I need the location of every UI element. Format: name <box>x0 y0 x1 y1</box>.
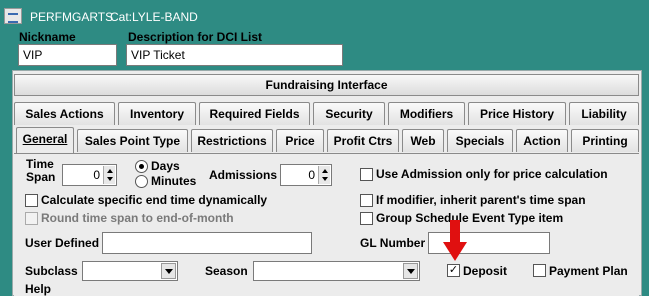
deposit-checkbox[interactable]: ✓ <box>447 264 460 277</box>
help-label: Help <box>25 282 52 296</box>
group-schedule-checkbox[interactable] <box>360 212 373 225</box>
tab-web[interactable]: Web <box>402 129 444 152</box>
description-label: Description for DCI List <box>128 30 263 44</box>
admissions-value: 0 <box>308 168 315 182</box>
deposit-label: Deposit <box>463 264 508 278</box>
tab-price[interactable]: Price <box>276 129 324 152</box>
tab-security[interactable]: Security <box>313 102 385 125</box>
window-category: Cat:LYLE-BAND <box>110 10 198 24</box>
subclass-label: Subclass <box>25 264 78 278</box>
chevron-down-icon[interactable] <box>403 263 418 279</box>
user-defined-input[interactable] <box>102 232 312 254</box>
tab-modifiers[interactable]: Modifiers <box>388 102 465 125</box>
window-title: PERFMGARTS <box>30 10 114 24</box>
minutes-radio[interactable] <box>135 175 148 188</box>
calc-end-time-checkbox[interactable] <box>25 194 38 207</box>
tab-sales-point-type[interactable]: Sales Point Type <box>77 129 188 152</box>
gl-number-label: GL Number <box>360 236 426 250</box>
tab-general[interactable]: General <box>16 127 74 153</box>
use-admission-checkbox[interactable] <box>360 168 373 181</box>
payment-plan-checkbox[interactable] <box>533 264 546 277</box>
calc-end-time-label: Calculate specific end time dynamically <box>41 193 268 207</box>
nickname-input[interactable]: VIP <box>18 44 117 66</box>
time-span-label: Time Span <box>26 157 56 184</box>
round-time-span-checkbox <box>25 212 38 225</box>
tab-required-fields[interactable]: Required Fields <box>199 102 310 125</box>
red-arrow-annotation-icon <box>443 220 467 261</box>
minutes-label: Minutes <box>151 174 197 188</box>
payment-plan-label: Payment Plan <box>549 264 628 278</box>
season-label: Season <box>205 264 248 278</box>
admissions-stepper[interactable]: 0 <box>280 164 332 186</box>
fundraising-interface-button[interactable]: Fundraising Interface <box>14 74 639 96</box>
tab-profit-ctrs[interactable]: Profit Ctrs <box>327 129 399 152</box>
tab-inventory[interactable]: Inventory <box>118 102 196 125</box>
days-radio[interactable] <box>135 160 148 173</box>
user-defined-label: User Defined <box>25 236 100 250</box>
group-schedule-label: Group Schedule Event Type item <box>376 211 564 225</box>
round-time-span-label: Round time span to end-of-month <box>41 211 234 225</box>
tab-restrictions[interactable]: Restrictions <box>191 129 273 152</box>
description-input[interactable]: VIP Ticket <box>126 44 343 66</box>
tab-price-history[interactable]: Price History <box>468 102 566 125</box>
tab-action[interactable]: Action <box>516 129 568 152</box>
app-icon <box>4 8 22 24</box>
inherit-time-span-label: If modifier, inherit parent's time span <box>376 193 586 207</box>
inherit-time-span-checkbox[interactable] <box>360 194 373 207</box>
tab-specials[interactable]: Specials <box>447 129 513 152</box>
tab-sales-actions[interactable]: Sales Actions <box>14 102 115 125</box>
tab-liability[interactable]: Liability <box>569 102 639 125</box>
tab-general-label: General <box>22 132 68 146</box>
nickname-label: Nickname <box>19 30 76 44</box>
spin-arrows-icon[interactable] <box>103 166 115 184</box>
use-admission-label: Use Admission only for price calculation <box>376 167 608 181</box>
time-span-value: 0 <box>93 168 100 182</box>
spin-arrows-icon[interactable] <box>318 166 330 184</box>
days-label: Days <box>151 159 180 173</box>
time-span-stepper[interactable]: 0 <box>62 164 117 186</box>
season-select[interactable] <box>253 261 420 281</box>
admissions-label: Admissions <box>209 168 278 182</box>
subclass-select[interactable] <box>82 261 178 281</box>
tab-printing[interactable]: Printing <box>571 129 639 152</box>
title-bar: PERFMGARTS Cat:LYLE-BAND <box>0 6 649 28</box>
chevron-down-icon[interactable] <box>161 263 176 279</box>
